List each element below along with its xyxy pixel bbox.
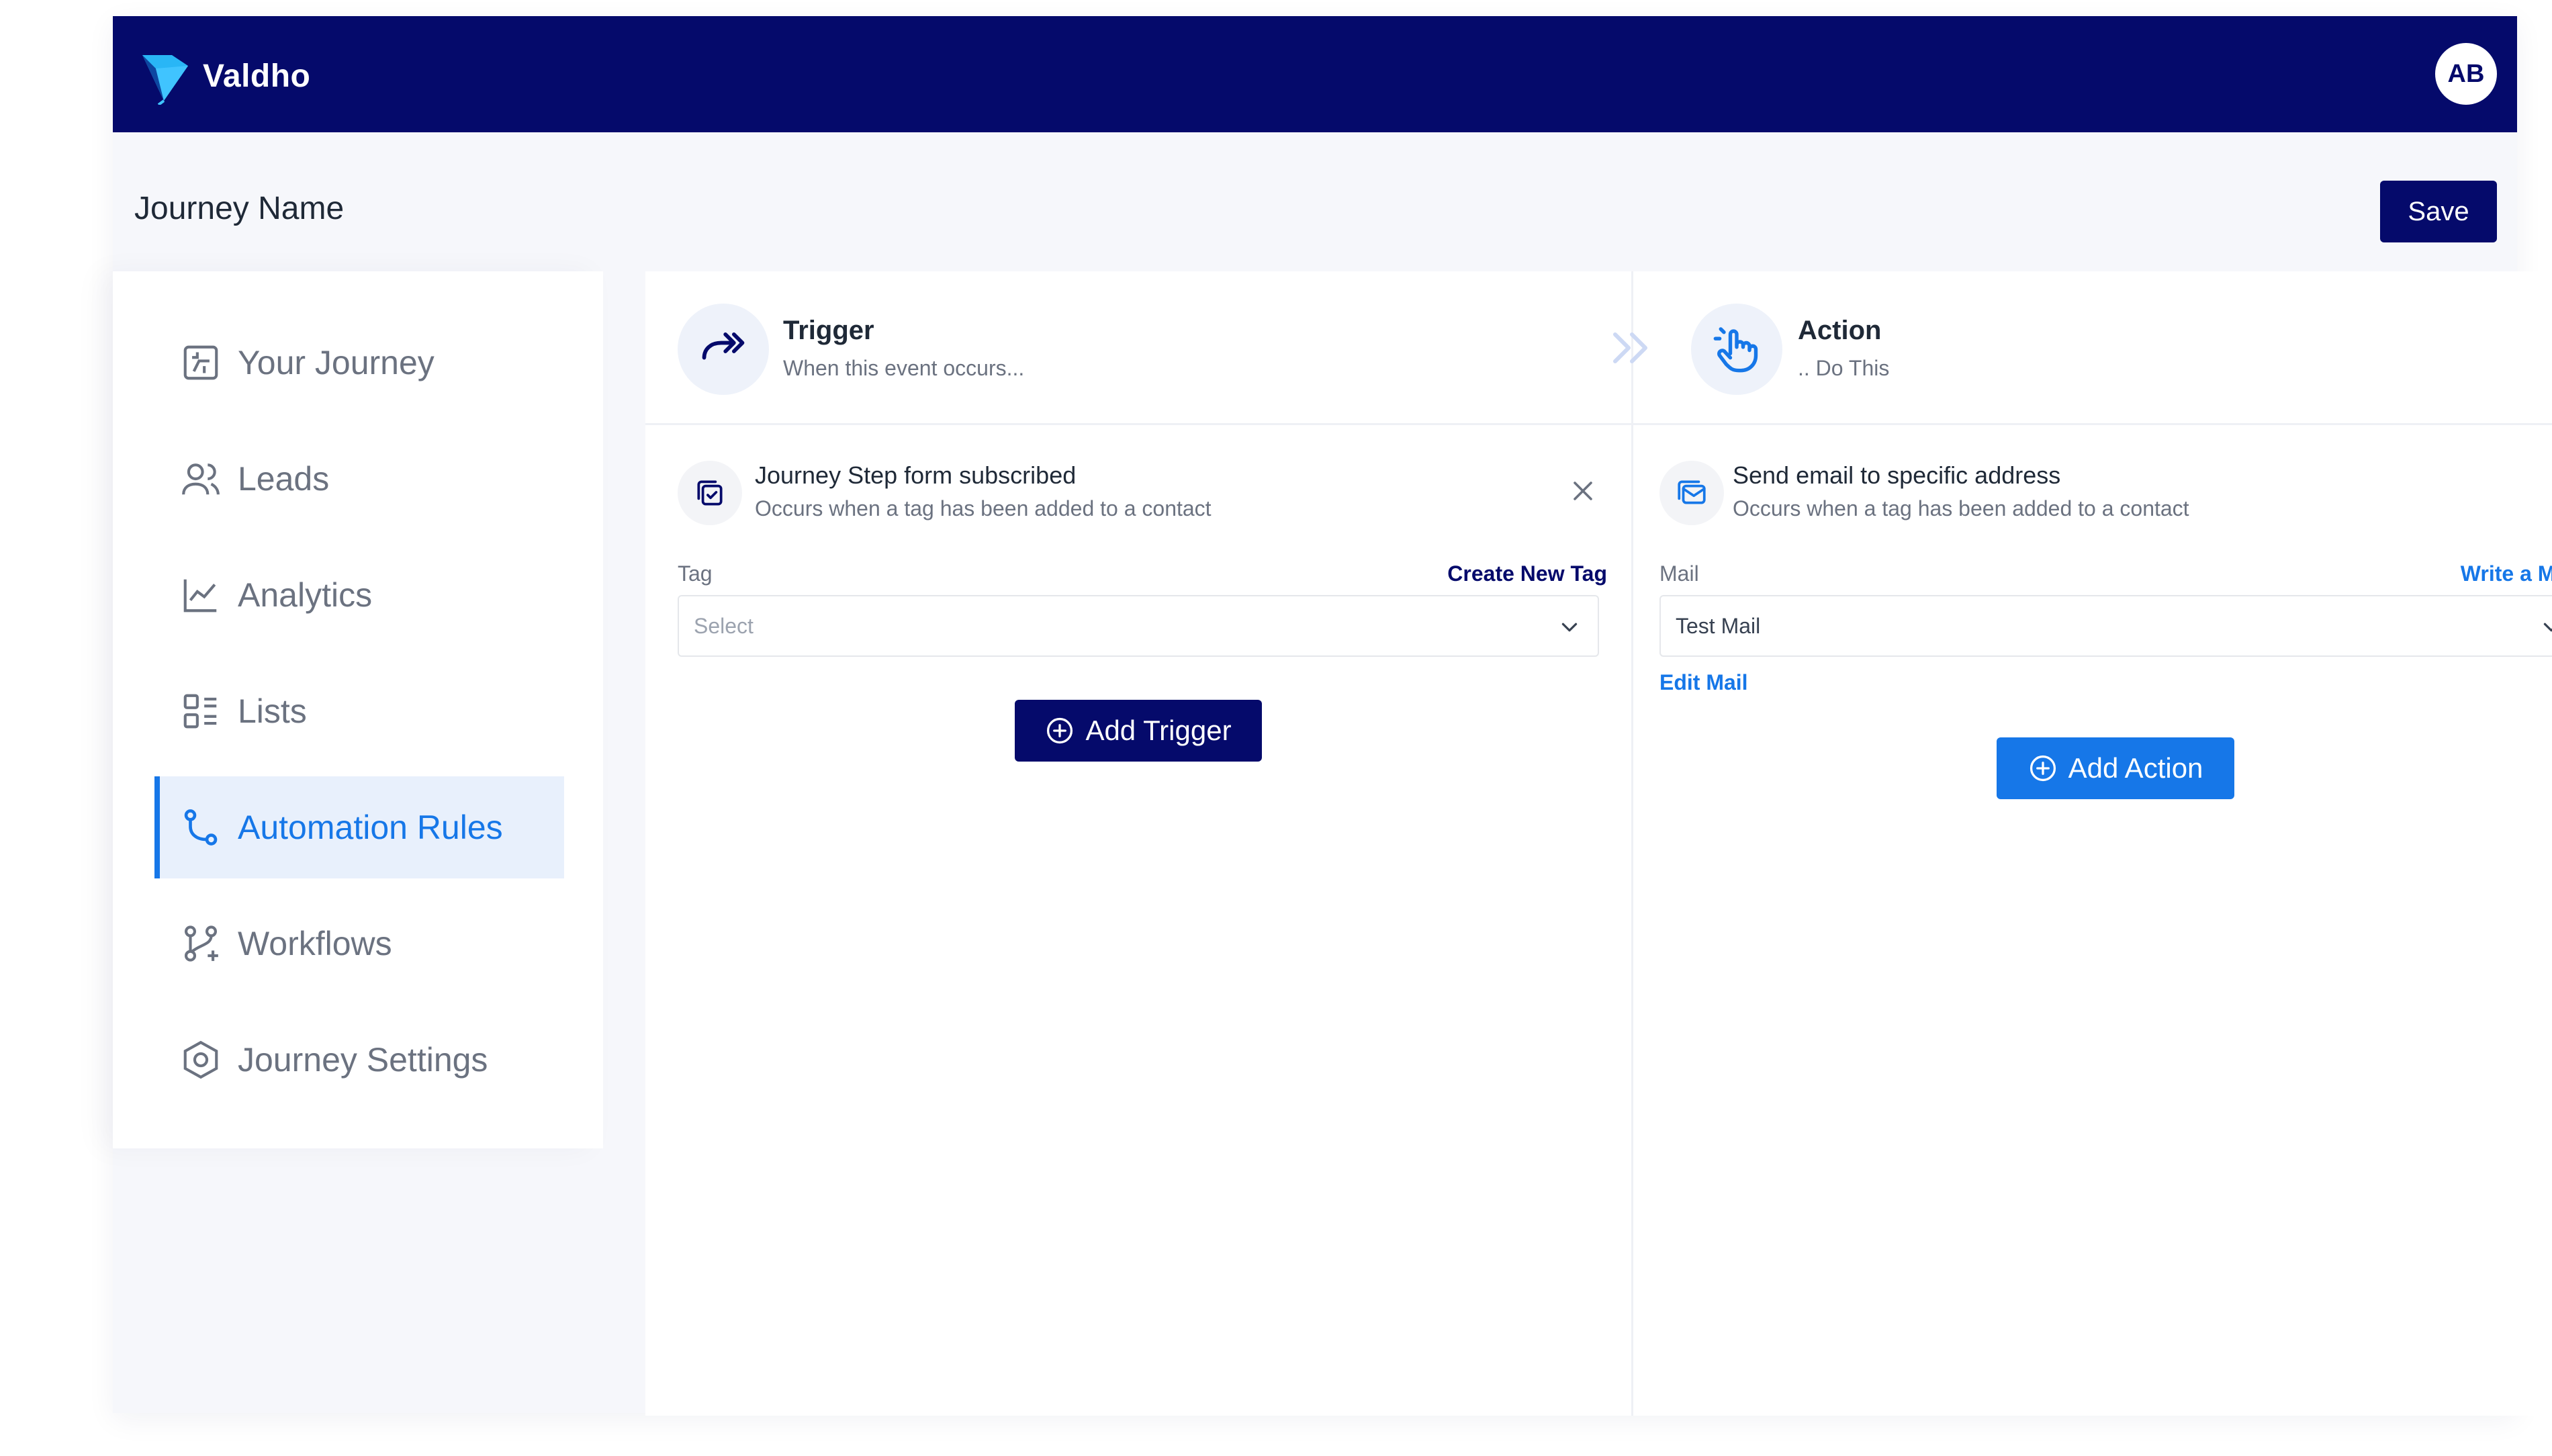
close-icon[interactable] bbox=[1569, 477, 1596, 504]
action-title: Action bbox=[1798, 316, 1882, 345]
sidebar-item-label: Leads bbox=[238, 460, 330, 498]
sidebar-item-analytics[interactable]: Analytics bbox=[154, 544, 564, 646]
valdho-logo-icon bbox=[142, 55, 188, 105]
header-divider bbox=[645, 423, 2552, 425]
tag-select-placeholder: Select bbox=[694, 613, 754, 638]
automation-icon bbox=[184, 809, 218, 846]
trigger-item-title: Journey Step form subscribed bbox=[755, 461, 1077, 489]
sidebar-item-your-journey[interactable]: Your Journey bbox=[154, 312, 564, 414]
trigger-subtitle: When this event occurs... bbox=[783, 356, 1025, 380]
user-avatar[interactable]: AB bbox=[2435, 43, 2497, 105]
sidebar-item-label: Your Journey bbox=[238, 344, 435, 381]
tag-select[interactable]: Select bbox=[678, 595, 1599, 657]
add-action-button[interactable]: Add Action bbox=[1997, 737, 2234, 799]
form-check-icon bbox=[697, 480, 723, 506]
sidebar: Your Journey Leads Analytics Lists Autom… bbox=[113, 271, 603, 1148]
sidebar-item-lists[interactable]: Lists bbox=[154, 660, 564, 762]
action-item-title: Send email to specific address bbox=[1733, 461, 2061, 489]
sub-header: Journey Name Save bbox=[113, 132, 2517, 257]
mail-select[interactable]: Test Mail bbox=[1659, 595, 2552, 657]
list-icon bbox=[183, 694, 217, 729]
sidebar-item-label: Lists bbox=[238, 692, 307, 730]
settings-icon bbox=[183, 1040, 218, 1079]
top-bar: Valdho AB bbox=[113, 16, 2517, 132]
trigger-title: Trigger bbox=[783, 316, 874, 345]
app-window: Valdho AB Journey Name Save Your Journey… bbox=[113, 16, 2552, 1416]
sidebar-item-workflows[interactable]: Workflows bbox=[154, 893, 564, 995]
chevron-down-icon bbox=[1561, 623, 1578, 632]
automation-editor: Trigger When this event occurs... Action… bbox=[645, 271, 2552, 1416]
sidebar-item-label: Automation Rules bbox=[238, 809, 503, 846]
write-mail-link[interactable]: Write a Mail bbox=[2461, 561, 2552, 586]
workflow-icon bbox=[184, 925, 218, 962]
plus-circle-icon bbox=[1047, 717, 1073, 744]
mail-label: Mail bbox=[1659, 561, 1699, 586]
action-item-icon bbox=[1659, 461, 1724, 525]
mail-select-value: Test Mail bbox=[1676, 613, 1761, 638]
sidebar-item-label: Analytics bbox=[238, 576, 373, 614]
users-icon bbox=[182, 463, 220, 495]
add-trigger-label: Add Trigger bbox=[1085, 715, 1232, 746]
double-chevron-right-icon bbox=[1613, 332, 1647, 363]
edit-mail-link[interactable]: Edit Mail bbox=[1659, 670, 1748, 695]
sidebar-item-label: Workflows bbox=[238, 925, 392, 962]
sidebar-item-leads[interactable]: Leads bbox=[154, 428, 564, 530]
trigger-item-icon bbox=[678, 461, 742, 525]
logo[interactable]: Valdho bbox=[137, 47, 310, 105]
action-subtitle: .. Do This bbox=[1798, 356, 1890, 380]
sidebar-item-label: Journey Settings bbox=[238, 1041, 488, 1079]
column-divider bbox=[1631, 271, 1633, 1416]
trigger-head-icon bbox=[678, 304, 769, 395]
sidebar-item-journey-settings[interactable]: Journey Settings bbox=[154, 1009, 564, 1111]
trigger-item-subtitle: Occurs when a tag has been added to a co… bbox=[755, 496, 1212, 520]
pointer-hand-icon bbox=[1713, 327, 1758, 373]
tag-label: Tag bbox=[678, 561, 713, 586]
add-action-label: Add Action bbox=[2068, 752, 2203, 784]
chevron-down-icon bbox=[2543, 623, 2552, 632]
journey-icon bbox=[183, 345, 218, 380]
chart-icon bbox=[183, 579, 217, 612]
app-name: Valdho bbox=[203, 58, 311, 94]
email-icon bbox=[1678, 480, 1706, 504]
action-head-icon bbox=[1691, 304, 1782, 395]
action-item-subtitle: Occurs when a tag has been added to a co… bbox=[1733, 496, 2189, 520]
create-new-tag-link[interactable]: Create New Tag bbox=[1447, 561, 1607, 586]
sidebar-item-automation-rules[interactable]: Automation Rules bbox=[154, 776, 564, 878]
plus-circle-icon bbox=[2030, 755, 2056, 782]
double-arrow-right-icon bbox=[702, 332, 745, 360]
page-title: Journey Name bbox=[134, 191, 345, 226]
save-button[interactable]: Save bbox=[2380, 181, 2497, 242]
add-trigger-button[interactable]: Add Trigger bbox=[1015, 700, 1262, 762]
